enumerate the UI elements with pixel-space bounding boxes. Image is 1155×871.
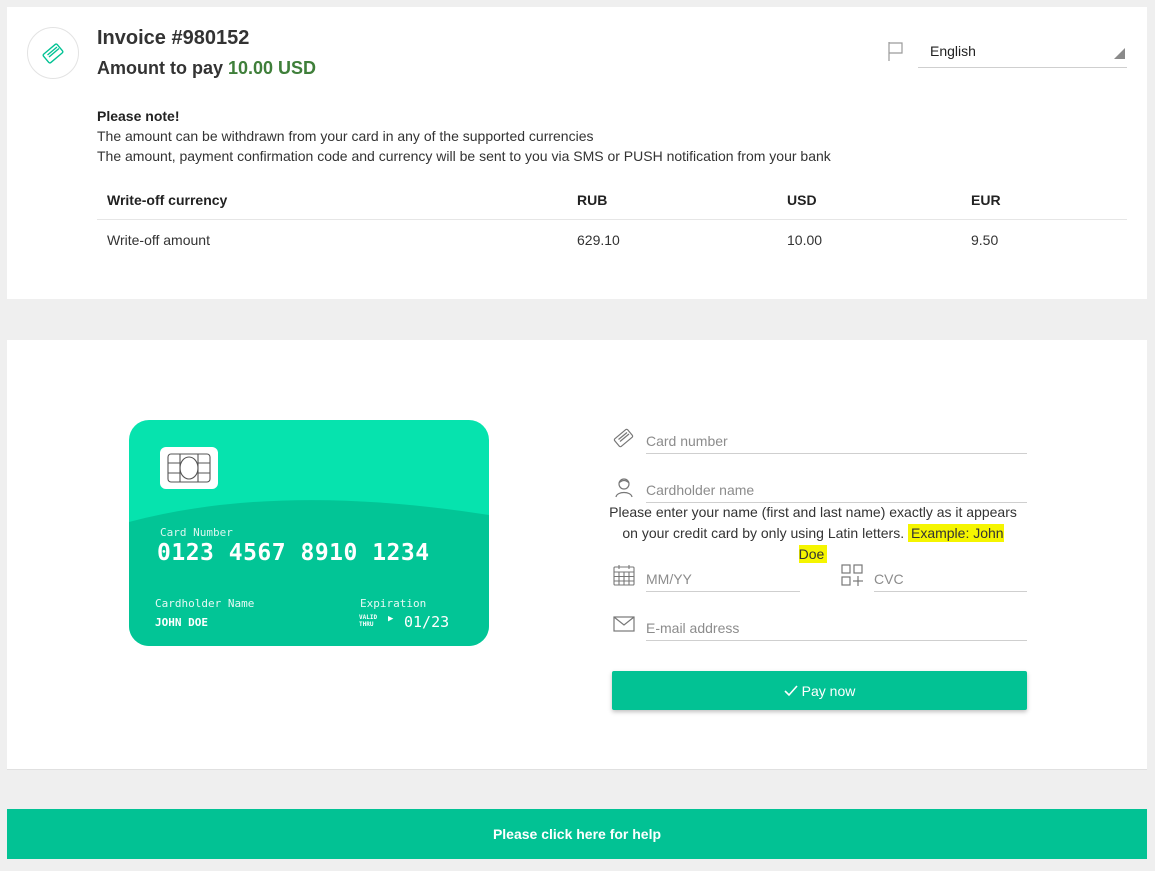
- table-row: Write-off amount 629.10 10.00 9.50: [97, 219, 1127, 261]
- pay-now-button[interactable]: Pay now: [612, 671, 1027, 710]
- amount-to-pay: Amount to pay 10.00 USD: [97, 58, 316, 79]
- amount-usd: 10.00: [787, 232, 823, 249]
- envelope-icon: [613, 616, 635, 632]
- amount-label: Amount to pay: [97, 58, 228, 78]
- user-icon: [615, 478, 633, 498]
- header-currency: Write-off currency: [97, 182, 567, 220]
- card-number-input[interactable]: [646, 424, 1027, 454]
- email-input[interactable]: [646, 611, 1027, 641]
- header-rub: RUB: [567, 182, 777, 220]
- expiration-label: Expiration: [360, 597, 427, 610]
- cardholder-hint: Please enter your name (first and last n…: [607, 502, 1019, 565]
- card-number-display: 0123 4567 8910 1234: [157, 540, 430, 566]
- language-selected: English: [930, 43, 976, 59]
- amount-rub: 629.10: [577, 232, 620, 249]
- amount-value: 10.00 USD: [228, 58, 317, 78]
- note-line: The amount, payment confirmation code an…: [97, 148, 831, 164]
- calendar-icon: [613, 565, 635, 586]
- cvc-input[interactable]: [874, 562, 1027, 592]
- expiration-display: 01/23: [404, 613, 450, 631]
- chip-icon: [160, 447, 218, 489]
- row-label: Write-off amount: [107, 232, 210, 249]
- cardholder-label: Cardholder Name: [155, 597, 255, 610]
- flag-icon: [888, 42, 903, 61]
- arrow-right-icon: ▶: [388, 614, 394, 624]
- dropdown-caret-icon: [1114, 48, 1125, 59]
- card-number-label: Card Number: [160, 526, 233, 539]
- note-line: The amount can be withdrawn from your ca…: [97, 128, 594, 144]
- note-title: Please note!: [97, 108, 180, 124]
- write-off-table: Write-off currency RUB USD EUR Write-off…: [97, 182, 1127, 261]
- payment-note: Please note! The amount can be withdrawn…: [97, 106, 831, 166]
- cardholder-input[interactable]: [646, 473, 1027, 503]
- header-eur: EUR: [961, 182, 1127, 220]
- pay-now-label: Pay now: [801, 682, 856, 699]
- header-usd: USD: [777, 182, 961, 220]
- amount-eur: 9.50: [971, 232, 999, 249]
- cvc-icon: [841, 564, 863, 586]
- invoice-title: Invoice #980152: [97, 27, 250, 49]
- merchant-logo: [27, 27, 79, 79]
- card-preview: Card Number 0123 4567 8910 1234 Cardhold…: [129, 420, 489, 646]
- table-header-row: Write-off currency RUB USD EUR: [97, 182, 1127, 220]
- check-icon: [784, 684, 798, 696]
- invoice-panel: Invoice #980152 Amount to pay 10.00 USD …: [7, 7, 1147, 299]
- cardholder-display: JOHN DOE: [155, 616, 208, 629]
- help-label: Please click here for help: [492, 826, 662, 842]
- valid-thru-label: VALID THRU: [359, 614, 378, 628]
- payment-panel: Card Number 0123 4567 8910 1234 Cardhold…: [7, 340, 1147, 770]
- card-tag-icon: [42, 43, 64, 64]
- card-icon: [613, 428, 634, 448]
- expiry-input[interactable]: [646, 562, 800, 592]
- language-select[interactable]: English: [918, 37, 1127, 68]
- help-button[interactable]: Please click here for help: [7, 809, 1147, 859]
